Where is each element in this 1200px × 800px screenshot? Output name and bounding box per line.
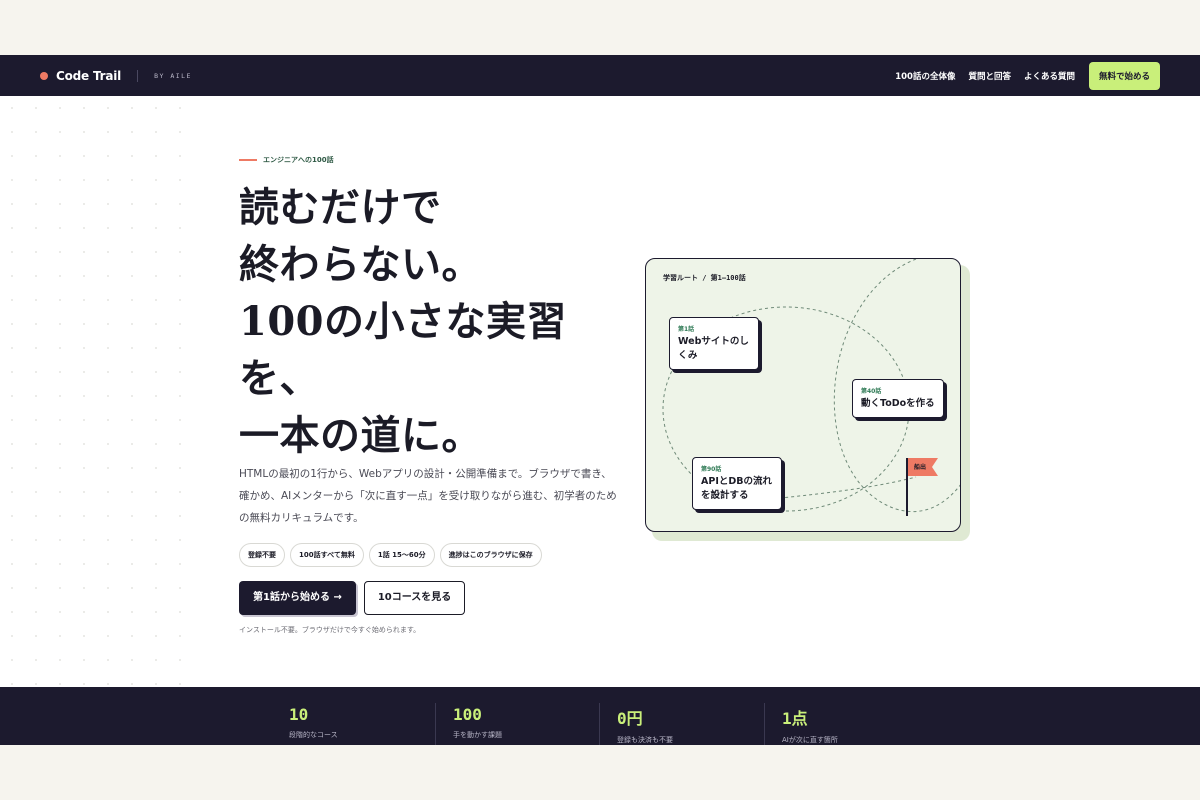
headline-line-5: 一本の道に。 [239,412,482,459]
stat-label: AIが次に直す箇所 [782,736,838,744]
start-free-button[interactable]: 無料で始める [1088,61,1160,90]
nav-link-faq[interactable]: よくある質問 [1024,70,1075,82]
stat-label: 段階的なコース [289,731,338,739]
stat-divider [764,703,765,745]
nav-link-qa[interactable]: 質問と回答 [968,70,1011,82]
route-title: 学習ルート / 第1–100話 [663,274,746,282]
tag-progress-saved: 進捗はこのブラウザに保存 [439,543,542,567]
stat-price: 0円 登録も決済も不要 [617,705,673,745]
brand-dot-icon [40,71,48,80]
eyebrow-text: エンジニアへの100話 [263,156,334,164]
brand-by: BY AILE [154,71,192,80]
stats-bar: 10 段階的なコース 100 手を動かす課題 0円 登録も決済も不要 1点 AI… [0,687,1200,745]
route-stop-40[interactable]: 第40話 動くToDoを作る [852,379,944,418]
stat-value: 100 [453,705,482,724]
install-note: インストール不要。ブラウザだけで今すぐ始められます。 [239,626,421,634]
stat-exercises: 100 手を動かす課題 [453,705,502,740]
flag-pole [906,458,908,516]
stat-divider [599,703,600,745]
stat-value: 1点 [782,709,808,728]
nav-link-overview[interactable]: 100話の全体像 [895,70,955,82]
dotted-background [0,96,200,686]
stat-label: 手を動かす課題 [453,731,502,739]
hero-headline: 読むだけで 終わらない。 100の小さな実習 を、 一本の道に。 [239,179,619,464]
nav-links: 100話の全体像 質問と回答 よくある質問 無料で始める [895,61,1160,90]
eyebrow-line [239,159,257,161]
stop-title: APIとDBの流れを設計する [701,476,772,501]
hero-ctas: 第1話から始める → 10コースを見る [239,581,466,615]
stop-number: 第40話 [861,388,882,395]
stat-divider [435,703,436,745]
stop-title: Webサイトのしくみ [678,336,749,361]
tag-no-signup: 登録不要 [239,543,285,567]
stat-ai-point: 1点 AIが次に直す箇所 [782,705,838,745]
stop-number: 第1話 [678,326,695,333]
stop-title: 動くToDoを作る [861,398,935,409]
eyebrow: エンジニアへの100話 [239,155,334,165]
route-card: 学習ルート / 第1–100話 第1話 Webサイトのしくみ 第40話 動くTo… [645,258,961,532]
brand[interactable]: Code Trail BY AILE [40,69,192,83]
brand-divider [137,69,139,82]
tag-duration: 1話 15〜60分 [368,543,435,567]
stop-number: 第90話 [701,466,722,473]
stat-value: 10 [289,705,309,724]
headline-line-1: 読むだけで [239,184,442,231]
headline-line-2: 終わらない。 [239,241,482,288]
tag-all-free: 100話すべて無料 [290,543,364,567]
stat-courses: 10 段階的なコース [289,705,338,740]
feature-tags: 登録不要 100話すべて無料 1話 15〜60分 進捗はこのブラウザに保存 [239,543,542,567]
top-nav: Code Trail BY AILE 100話の全体像 質問と回答 よくある質問… [0,55,1200,96]
headline-line-4: を、 [239,355,320,402]
page-frame: Code Trail BY AILE 100話の全体像 質問と回答 よくある質問… [0,55,1200,745]
brand-name: Code Trail [56,68,122,83]
stat-label: 登録も決済も不要 [617,736,673,744]
headline-line-3: 100の小さな実習 [239,298,567,345]
route-stop-90[interactable]: 第90話 APIとDBの流れを設計する [692,457,782,510]
view-courses-button[interactable]: 10コースを見る [363,581,466,615]
start-episode-1-button[interactable]: 第1話から始める → [239,581,356,615]
stat-value: 0円 [617,709,643,728]
hero-lead: HTMLの最初の1行から、Webアプリの設計・公開準備まで。ブラウザで書き、確か… [239,468,617,524]
route-stop-1[interactable]: 第1話 Webサイトのしくみ [669,317,759,370]
